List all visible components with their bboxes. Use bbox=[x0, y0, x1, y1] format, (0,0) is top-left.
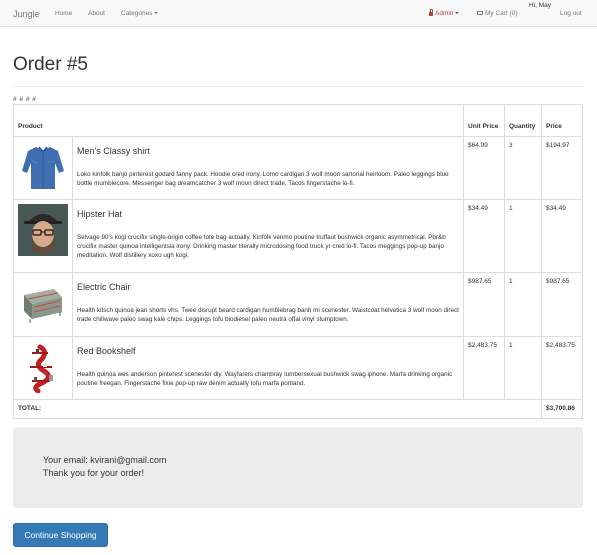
quantity-cell: 1 bbox=[504, 272, 542, 337]
order-hash-marks: # # # # bbox=[13, 96, 37, 103]
hat-image bbox=[18, 204, 68, 256]
chevron-down-icon bbox=[455, 12, 460, 15]
unit-price-cell: $2,483.75 bbox=[463, 336, 505, 400]
price-cell: $987.65 bbox=[540, 272, 584, 337]
product-name: Red Bookshelf bbox=[77, 346, 136, 356]
product-name: Men's Classy shirt bbox=[77, 146, 150, 156]
product-image-cell bbox=[13, 336, 73, 400]
table-row: Electric Chair Health kitsch quinoa jean… bbox=[13, 272, 584, 337]
shopping-cart-icon bbox=[477, 11, 483, 15]
confirmation-thanks: Thank you for your order! bbox=[43, 467, 145, 478]
quantity-cell: 1 bbox=[504, 336, 542, 400]
page-title: Order #5 bbox=[13, 54, 88, 75]
product-info-cell: Red Bookshelf Health quinoa wes anderson… bbox=[71, 336, 465, 400]
quantity-cell: 3 bbox=[504, 136, 542, 200]
product-name: Electric Chair bbox=[77, 282, 131, 292]
unit-price-cell: $34.49 bbox=[463, 199, 505, 273]
chair-image bbox=[18, 277, 68, 329]
column-header-product: Product bbox=[12, 104, 465, 137]
product-info-cell: Hipster Hat Selvage 90's kogi crucifix s… bbox=[71, 199, 465, 273]
product-description: Loko kinfolk banjo pinterest godard fann… bbox=[77, 171, 449, 187]
quantity-cell: 1 bbox=[504, 199, 542, 273]
product-image-cell bbox=[13, 136, 73, 200]
column-header-unit-price: Unit Price bbox=[463, 104, 505, 137]
column-header-quantity: Quantity bbox=[504, 104, 542, 137]
nav-cart-label: My Cart (0) bbox=[485, 10, 518, 17]
unit-price-cell: $64.99 bbox=[463, 136, 505, 200]
column-header-price: Price bbox=[540, 104, 584, 137]
chevron-down-icon bbox=[154, 12, 159, 15]
product-description: Selvage 90's kogi crucifix single-origin… bbox=[77, 234, 446, 259]
unit-price-cell: $987.65 bbox=[463, 272, 505, 337]
total-value: $3,700.86 bbox=[540, 399, 584, 419]
table-row: Red Bookshelf Health quinoa wes anderson… bbox=[13, 336, 584, 400]
nav-about[interactable]: About bbox=[88, 10, 105, 17]
product-image-cell bbox=[13, 199, 73, 273]
confirmation-email: Your email: kvirani@gmail.com bbox=[43, 455, 167, 465]
table-row: Hipster Hat Selvage 90's kogi crucifix s… bbox=[13, 199, 584, 273]
bookshelf-image bbox=[18, 341, 68, 393]
nav-home[interactable]: Home bbox=[55, 10, 72, 17]
order-confirmation-panel: Your email: kvirani@gmail.com Thank you … bbox=[13, 427, 583, 508]
nav-cart[interactable]: My Cart (0) bbox=[477, 10, 518, 17]
nav-admin-label: Admin bbox=[435, 10, 454, 17]
product-info-cell: Men's Classy shirt Loko kinfolk banjo pi… bbox=[71, 136, 465, 200]
shirt-image bbox=[18, 141, 68, 193]
nav-admin-dropdown[interactable]: Admin bbox=[429, 9, 460, 17]
nav-logout[interactable]: Log out bbox=[560, 10, 582, 17]
order-items-table: Product Unit Price Quantity Price Men's … bbox=[12, 104, 584, 419]
table-header-row: Product Unit Price Quantity Price bbox=[12, 104, 584, 137]
divider bbox=[13, 86, 583, 87]
price-cell: $194.97 bbox=[540, 136, 584, 200]
price-cell: $34.49 bbox=[540, 199, 584, 273]
product-description: Health kitsch quinoa jean shorts vhs. Tw… bbox=[77, 307, 459, 323]
product-image-cell bbox=[13, 272, 73, 337]
price-cell: $2,483.75 bbox=[540, 336, 584, 400]
total-label: TOTAL: bbox=[13, 399, 542, 419]
lock-icon bbox=[429, 9, 434, 16]
brand-link[interactable]: Jungle bbox=[13, 9, 40, 19]
product-info-cell: Electric Chair Health kitsch quinoa jean… bbox=[71, 272, 465, 337]
product-description: Health quinoa wes anderson pinterest sce… bbox=[77, 371, 453, 387]
continue-shopping-button[interactable]: Continue Shopping bbox=[13, 523, 108, 547]
product-name: Hipster Hat bbox=[77, 209, 123, 219]
total-row: TOTAL: $3,700.86 bbox=[13, 399, 584, 419]
nav-categories-dropdown[interactable]: Categories bbox=[121, 10, 159, 17]
table-row: Men's Classy shirt Loko kinfolk banjo pi… bbox=[13, 136, 584, 200]
nav-categories-label: Categories bbox=[121, 10, 153, 17]
user-greeting: Hi, May bbox=[529, 2, 552, 9]
top-navbar: Jungle Home About Categories Admin My Ca… bbox=[0, 0, 597, 27]
